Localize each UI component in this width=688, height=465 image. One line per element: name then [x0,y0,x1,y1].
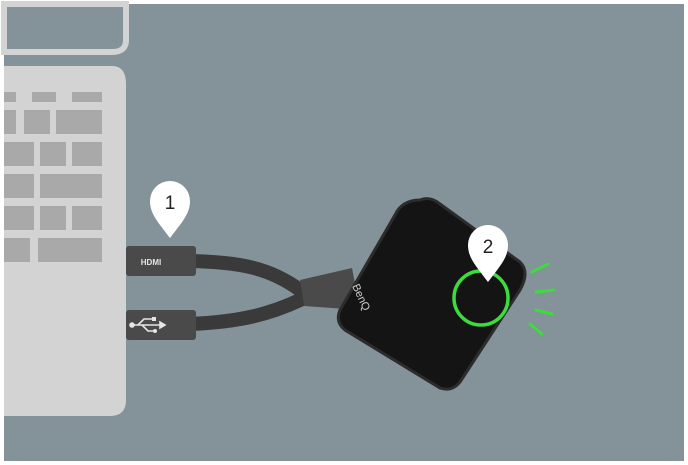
key [32,92,56,102]
marker-2-number: 2 [483,237,494,258]
key [40,142,66,166]
marker-1-number: 1 [165,193,176,214]
key [38,238,102,262]
setup-diagram: HDMI BenQ 1 2 [0,0,688,465]
key [24,110,50,134]
key [72,206,102,230]
key [4,92,16,102]
usb-plug [126,310,196,340]
key [4,238,30,262]
hdmi-label: HDMI [141,258,161,267]
key [4,142,34,166]
diagram-canvas: HDMI BenQ 1 2 [1,1,684,461]
key [40,206,66,230]
key [4,174,34,198]
key [4,110,16,134]
glow-mark [534,288,556,294]
key [56,110,102,134]
key [40,174,102,198]
key [72,142,102,166]
key [4,206,34,230]
hdmi-plug: HDMI [126,246,196,276]
key [72,92,102,102]
